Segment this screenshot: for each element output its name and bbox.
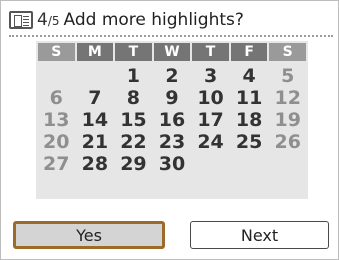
weekday-wed: W <box>153 43 191 61</box>
calendar-day: 13 <box>43 109 70 131</box>
book-icon <box>9 11 33 29</box>
weekday-tue: T <box>115 43 152 61</box>
calendar-day: 19 <box>274 109 301 131</box>
calendar-day <box>77 65 114 87</box>
calendar-day: 6 <box>49 87 63 109</box>
step-total: 5 <box>51 14 60 28</box>
calendar-day: 3 <box>203 65 218 87</box>
calendar-day: 25 <box>235 131 263 153</box>
weekday-mon: M <box>76 43 114 61</box>
calendar-day: 17 <box>197 109 224 131</box>
calendar-day <box>192 153 229 175</box>
calendar-day: 30 <box>158 153 186 175</box>
calendar-day: 12 <box>274 87 301 109</box>
calendar-day: 29 <box>120 153 147 175</box>
weekday-fri: F <box>230 43 268 61</box>
step-indicator: 4/5 <box>37 10 60 30</box>
calendar-day: 23 <box>158 131 186 153</box>
calendar-day <box>231 153 268 175</box>
weekday-header-row: S M T W T F S <box>38 43 306 61</box>
calendar-day: 22 <box>120 131 147 153</box>
calendar-day: 4 <box>242 65 256 87</box>
calendar-day: 26 <box>274 131 301 153</box>
yes-button[interactable]: Yes <box>13 221 165 249</box>
calendar-day: 24 <box>197 131 224 153</box>
calendar-day: 15 <box>120 109 147 131</box>
calendar-day: 20 <box>43 131 70 153</box>
header-divider <box>9 35 333 37</box>
calendar-day: 14 <box>81 109 109 131</box>
calendar-day <box>269 153 306 175</box>
calendar-day: 27 <box>43 153 70 175</box>
calendar-day: 9 <box>165 87 179 109</box>
dialog-frame: 4/5 Add more highlights? S M T W T F S 1… <box>0 0 339 260</box>
calendar-day: 5 <box>281 65 295 87</box>
header: 4/5 Add more highlights? <box>9 8 333 32</box>
calendar-day: 1 <box>126 65 141 87</box>
next-button[interactable]: Next <box>190 221 329 249</box>
calendar-day: 8 <box>126 87 141 109</box>
calendar-day: 10 <box>197 87 224 109</box>
calendar-day <box>38 65 75 87</box>
weekday-sat: S <box>269 43 306 61</box>
calendar: S M T W T F S 1 2 3 4 5 6 7 8 9 10 11 12… <box>36 41 308 199</box>
calendar-day: 18 <box>235 109 263 131</box>
calendar-day: 28 <box>81 153 109 175</box>
weekday-sun: S <box>38 43 75 61</box>
calendar-day: 2 <box>165 65 179 87</box>
calendar-days: 1 2 3 4 5 6 7 8 9 10 11 12 13 14 15 16 1… <box>38 65 306 175</box>
weekday-thu: T <box>192 43 229 61</box>
calendar-day: 11 <box>235 87 263 109</box>
step-current: 4 <box>37 10 48 30</box>
page-title: Add more highlights? <box>63 10 244 30</box>
calendar-day: 21 <box>81 131 109 153</box>
calendar-day: 7 <box>88 87 102 109</box>
calendar-day: 16 <box>158 109 186 131</box>
